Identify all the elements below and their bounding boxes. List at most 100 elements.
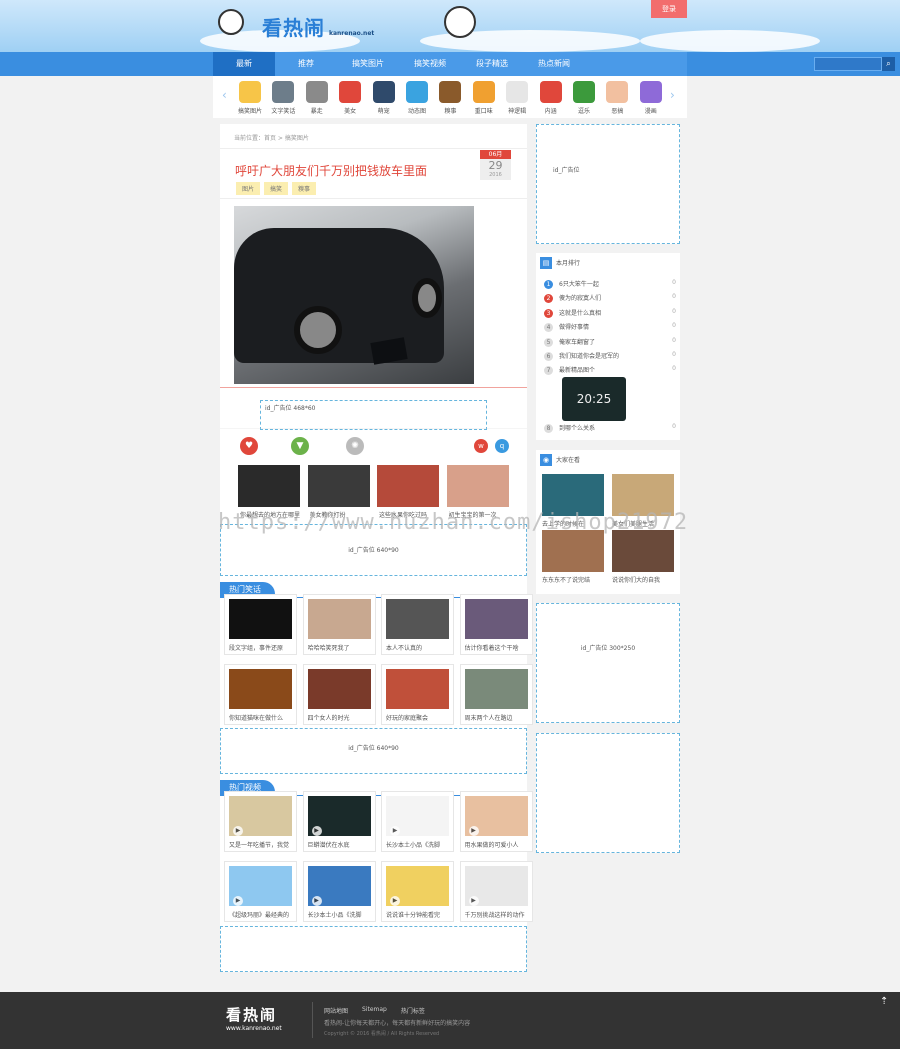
chevron-right-icon[interactable]: ›: [670, 88, 675, 102]
rank-icon: ▤: [540, 257, 552, 269]
like-icon[interactable]: ♥: [240, 437, 258, 455]
back-to-top-icon[interactable]: ⇡: [880, 996, 888, 1007]
play-icon: ▶: [468, 896, 479, 906]
category-icon: [272, 81, 295, 103]
video-card[interactable]: ▶ 《超级玛丽》最经典的: [224, 861, 297, 922]
footer-link-tags[interactable]: 热门标签: [401, 1006, 425, 1015]
card-thumbnail: [229, 599, 292, 639]
search-icon[interactable]: ⌕: [882, 57, 895, 71]
nav-item-jokes[interactable]: 段子精选: [461, 52, 523, 76]
category-icon: [639, 81, 662, 103]
card-thumbnail: ▶: [229, 866, 292, 906]
ad-inline[interactable]: id_广告位 468*60: [260, 400, 487, 430]
ad-side-3[interactable]: [536, 733, 680, 853]
share-gear-icon[interactable]: ✺: [346, 437, 364, 455]
card-title: 本人不认真的: [386, 645, 423, 652]
nav-item-recommend[interactable]: 推荐: [275, 52, 337, 76]
play-icon: ▶: [311, 826, 322, 836]
login-button[interactable]: 登录: [651, 0, 687, 18]
nav-item-latest[interactable]: 最新: [213, 52, 275, 76]
rank-item[interactable]: 6 我们知道你会是冠军的 0: [544, 351, 676, 361]
category-item[interactable]: 动态图: [402, 81, 432, 115]
joke-card[interactable]: 段文字组，事件还原: [224, 594, 297, 655]
video-card[interactable]: ▶ 千万别挑战这样的动作: [459, 861, 533, 922]
ad-side-2[interactable]: id_广告位 300*250: [536, 603, 680, 723]
category-item[interactable]: 文字笑话: [268, 81, 298, 115]
joke-card[interactable]: 哈哈哈笑死我了: [302, 594, 376, 655]
watching-thumb[interactable]: [612, 530, 674, 572]
dislike-icon[interactable]: ▼: [291, 437, 309, 455]
tag[interactable]: 图片: [236, 182, 261, 195]
search-input[interactable]: [814, 57, 882, 71]
footer-link-sitemap-cn[interactable]: 网站地图: [324, 1006, 348, 1015]
related-thumb[interactable]: [238, 465, 300, 507]
category-item[interactable]: 暴走: [302, 81, 332, 115]
category-item[interactable]: 搞笑图片: [235, 81, 265, 115]
category-label: 糗事: [444, 108, 457, 115]
video-card[interactable]: ▶ 用水果做的可爱小人: [459, 791, 533, 852]
footer-copyright: Copyright © 2016 看热闹 / All Rights Reserv…: [324, 1031, 440, 1037]
watching-thumb[interactable]: [542, 530, 604, 572]
qq-icon[interactable]: q: [495, 439, 509, 453]
category-item[interactable]: 恶搞: [602, 81, 632, 115]
joke-card[interactable]: 好玩的家庭聚会: [381, 664, 454, 725]
category-item[interactable]: 萌宠: [369, 81, 399, 115]
category-item[interactable]: 漫画: [636, 81, 666, 115]
ad-banner-2[interactable]: id_广告位 640*90: [220, 728, 527, 774]
rank-count: 0: [672, 279, 676, 286]
video-card[interactable]: ▶ 说说谁十分钟能看完: [381, 861, 454, 922]
video-card[interactable]: ▶ 长沙本土小品《洗脚: [381, 791, 454, 852]
nav-item-news[interactable]: 热点新闻: [523, 52, 585, 76]
footer-description: 看热闹-让你每天都开心，每天都有新鲜好玩的搞笑内容: [324, 1020, 471, 1027]
related-thumb[interactable]: [307, 465, 370, 507]
rank-count: 0: [672, 307, 676, 315]
ad-banner-3[interactable]: [220, 926, 527, 972]
watching-title[interactable]: 东东东不了说完结: [542, 575, 606, 584]
watermark-text: https://www.huzhan.com/ishop21972: [218, 510, 689, 535]
tag[interactable]: 糗事: [292, 182, 317, 195]
play-icon: ▶: [390, 826, 400, 836]
chevron-left-icon[interactable]: ‹: [222, 88, 227, 102]
video-card[interactable]: ▶ 巨蟒潜伏在水底: [302, 791, 376, 852]
joke-card[interactable]: 估计你看着这个干啥: [459, 594, 533, 655]
footer-link-sitemap[interactable]: Sitemap: [362, 1006, 387, 1015]
car-wheel: [294, 306, 342, 354]
date-month: 06月: [480, 150, 511, 159]
related-thumb[interactable]: [377, 465, 439, 507]
related-thumb[interactable]: [446, 465, 509, 507]
nav-item-funny-videos[interactable]: 搞笑视频: [399, 52, 461, 76]
ad-side-1[interactable]: id_广告位: [536, 124, 680, 244]
rank-item[interactable]: 7 最新精品图个 0: [544, 365, 676, 376]
rank-item[interactable]: 2 傻为的寂寞人们 0: [544, 293, 676, 304]
rank-item[interactable]: 1 6只大笨牛一起 0: [544, 279, 676, 289]
tag[interactable]: 搞笑: [264, 182, 289, 195]
category-label: 美女: [344, 108, 357, 115]
rank-item[interactable]: 3 这就是什么真相 0: [544, 308, 676, 318]
category-item[interactable]: 内涵: [536, 81, 566, 115]
card-thumbnail: [464, 599, 528, 639]
card-title: 巨蟒潜伏在水底: [307, 842, 350, 849]
category-item[interactable]: 逗乐: [569, 81, 599, 115]
rank-item[interactable]: 8 到哪个么关系 0: [544, 423, 676, 433]
joke-card[interactable]: 本人不认真的: [381, 594, 454, 655]
rank-item[interactable]: 4 做得好事情 0: [544, 322, 676, 333]
joke-card[interactable]: 你知道猫咪在做什么: [224, 664, 297, 725]
rank-item[interactable]: 5 俺家车翻窗了 0: [544, 337, 676, 347]
card-thumbnail: [386, 599, 449, 639]
category-icon: [406, 81, 428, 103]
watching-title[interactable]: 说说你们大的自我: [612, 575, 676, 584]
category-item[interactable]: 重口味: [469, 81, 499, 115]
joke-card[interactable]: 周末两个人在路边: [459, 664, 533, 725]
nav-item-funny-pics[interactable]: 搞笑图片: [337, 52, 399, 76]
video-card[interactable]: ▶ 又是一年吃播节，我觉: [224, 791, 297, 852]
category-label: 漫画: [644, 108, 657, 115]
video-card[interactable]: ▶ 长沙本土小品《洗脚: [302, 861, 376, 922]
weibo-icon[interactable]: w: [474, 439, 488, 453]
logo-domain: kanrenao.net: [329, 30, 375, 37]
site-logo[interactable]: 看热闹 kanrenao.net: [262, 12, 374, 41]
category-item[interactable]: 神逻辑: [502, 81, 532, 115]
footer-logo[interactable]: 看热闹 www.kanrenao.net: [226, 1004, 282, 1032]
category-item[interactable]: 糗事: [435, 81, 465, 115]
joke-card[interactable]: 四个女人的时光: [302, 664, 376, 725]
category-item[interactable]: 美女: [335, 81, 365, 115]
